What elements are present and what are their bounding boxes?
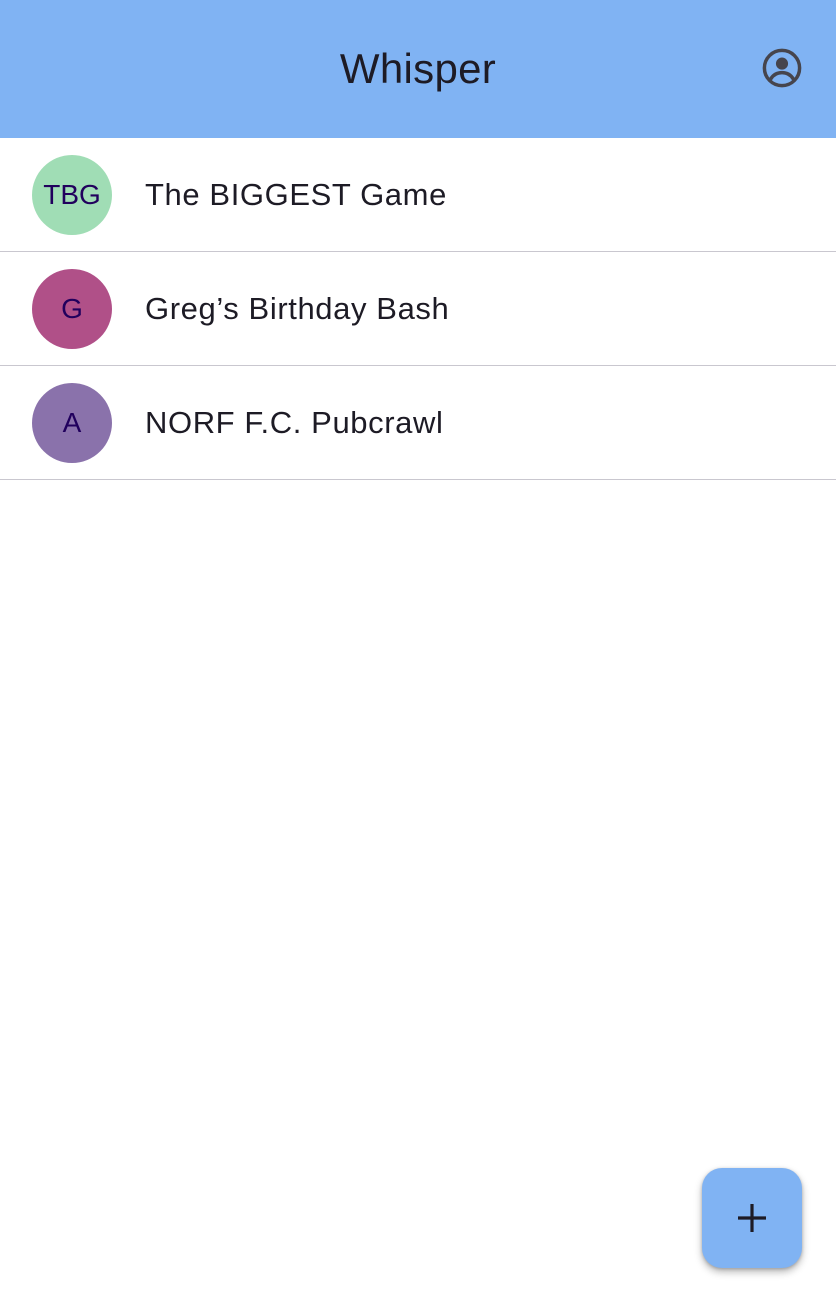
plus-icon (738, 1204, 766, 1232)
avatar-initials: A (62, 406, 82, 438)
chat-list-item[interactable]: G Greg’s Birthday Bash (0, 252, 836, 366)
chat-list-item[interactable]: A NORF F.C. Pubcrawl (0, 366, 836, 480)
chat-name: Greg’s Birthday Bash (145, 290, 450, 326)
chat-list: TBG The BIGGEST Game G Greg’s Birthday B… (0, 138, 836, 480)
profile-button[interactable] (760, 46, 804, 90)
account-circle-icon (762, 48, 802, 88)
app-bar: Whisper (0, 0, 836, 138)
app-title: Whisper (339, 45, 497, 92)
chat-avatar: G (32, 268, 112, 349)
avatar-initials: TBG (43, 178, 101, 210)
chat-avatar: A (32, 382, 112, 463)
new-chat-button[interactable] (702, 1168, 802, 1268)
chat-name: The BIGGEST Game (145, 176, 447, 212)
app-root: Whisper TBG The BIGGEST Game G Greg’s Bi… (0, 0, 836, 1302)
avatar-initials: G (61, 292, 83, 324)
chat-avatar: TBG (32, 154, 112, 235)
chat-name: NORF F.C. Pubcrawl (145, 404, 444, 440)
chat-list-item[interactable]: TBG The BIGGEST Game (0, 138, 836, 252)
